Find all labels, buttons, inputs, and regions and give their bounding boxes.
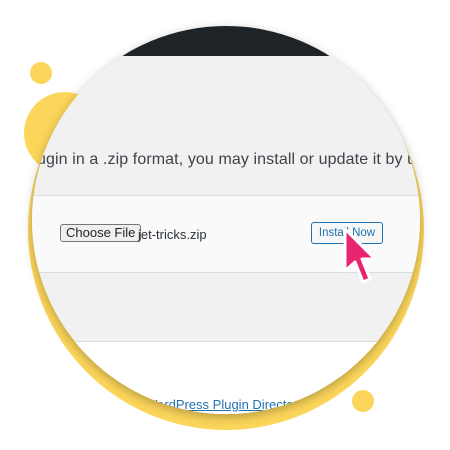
admin-top-bar	[32, 26, 420, 56]
choose-file-button[interactable]: Choose File	[60, 224, 142, 242]
selected-file-name: jet-tricks.zip	[138, 227, 207, 242]
decorative-dot-top-left	[30, 62, 52, 84]
magnified-screenshot: ugin in a .zip format, you may install o…	[32, 26, 420, 414]
plugin-directory-link[interactable]: WordPress Plugin Directory	[145, 397, 304, 412]
upload-instructions-text: ugin in a .zip format, you may install o…	[37, 151, 420, 168]
footer-trailing-text: or v	[308, 397, 330, 412]
footer-text: WordPress Plugin Directory or v	[145, 397, 330, 412]
pointer-cursor-icon	[343, 227, 377, 284]
